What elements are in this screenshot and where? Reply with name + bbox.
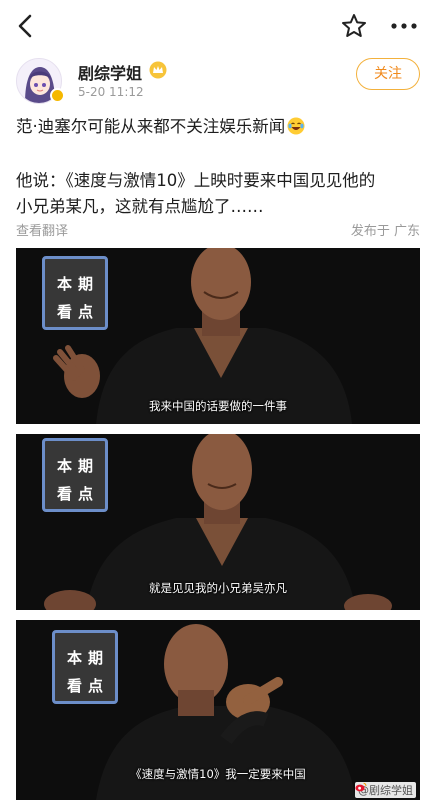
follow-button[interactable]: 关注: [356, 58, 420, 90]
weibo-logo-icon: [355, 782, 367, 792]
badge-bottom-text: 看点: [56, 485, 99, 503]
subtitle: 我来中国的话要做的一件事: [149, 399, 287, 413]
verified-badge-icon: [50, 88, 65, 103]
subtitle: 《速度与激情10》我一定要来中国: [130, 767, 306, 781]
laugh-emoji-icon: [287, 117, 305, 135]
video-frame-1[interactable]: 本期 看点 我来中国的话要做的一件事: [16, 248, 420, 424]
more-icon: [391, 23, 417, 29]
highlight-badge: 本期 看点: [52, 630, 118, 704]
more-options-button[interactable]: [388, 12, 420, 40]
badge-top-text: 本期: [56, 275, 99, 293]
video-frame-3[interactable]: 本期 看点 《速度与激情10》我一定要来中国 @剧综学姐: [16, 620, 420, 800]
post-text-line-1: 范·迪塞尔可能从来都不关注娱乐新闻: [16, 114, 426, 140]
badge-bottom-text: 看点: [56, 303, 99, 321]
post-headline: 范·迪塞尔可能从来都不关注娱乐新闻: [16, 117, 286, 136]
top-nav-bar: [0, 0, 436, 52]
badge-bottom-text: 看点: [66, 677, 109, 695]
post-text-line-2: 他说：《速度与激情10》上映时要来中国见见他的: [16, 171, 376, 190]
back-arrow-icon: [18, 14, 32, 38]
post-location: 发布于 广东: [350, 224, 420, 239]
author-name[interactable]: 剧综学姐: [78, 60, 142, 84]
highlight-badge: 本期 看点: [42, 256, 108, 330]
translate-link[interactable]: 查看翻译: [16, 220, 68, 239]
post-time: 5-20 11:12: [78, 85, 144, 99]
author-row: 剧综学姐 5-20 11:12 关注: [0, 52, 436, 108]
post-text-line-3: 小兄弟某凡，这就有点尴尬了……: [16, 197, 264, 216]
back-button[interactable]: [12, 12, 40, 40]
vip-crown-icon: [149, 61, 167, 79]
favorite-button[interactable]: [340, 12, 368, 40]
star-icon: [342, 14, 366, 37]
badge-top-text: 本期: [56, 457, 99, 475]
highlight-badge: 本期 看点: [42, 438, 108, 512]
badge-top-text: 本期: [66, 649, 109, 667]
video-frame-2[interactable]: 本期 看点 就是见见我的小兄弟吴亦凡: [16, 434, 420, 610]
watermark: @剧综学姐: [355, 782, 416, 798]
subtitle: 就是见见我的小兄弟吴亦凡: [149, 581, 287, 595]
